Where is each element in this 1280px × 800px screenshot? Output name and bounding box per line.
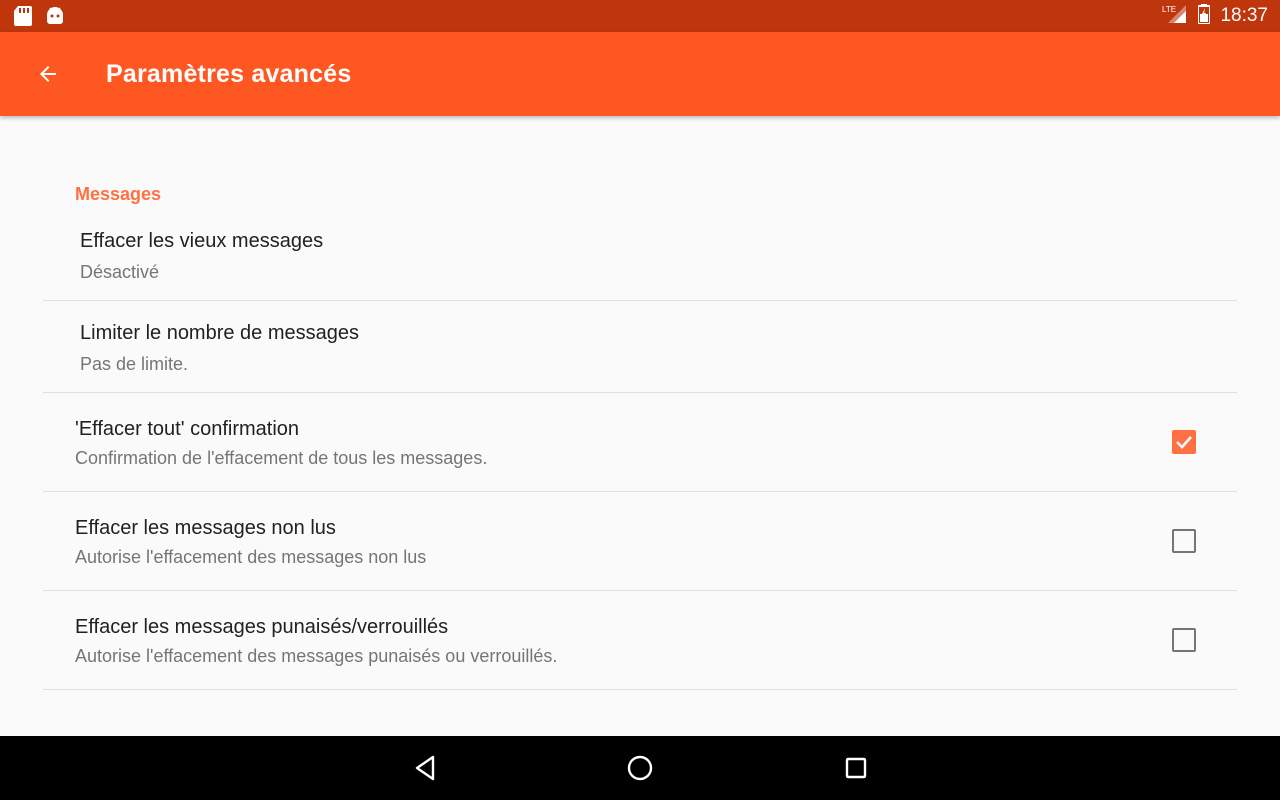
nav-recents-button[interactable] (840, 752, 872, 784)
navigation-bar (0, 736, 1280, 800)
pref-summary: Désactivé (80, 262, 160, 282)
battery-icon (1197, 3, 1212, 29)
pref-summary: Pas de limite. (80, 354, 189, 374)
delete-all-confirmation-checkbox[interactable] (1172, 430, 1196, 454)
section-header-messages: Messages (75, 184, 162, 204)
home-nav-icon (627, 755, 653, 781)
pref-title: Effacer les messages non lus (75, 517, 336, 539)
clock: 18:37 (1220, 5, 1268, 26)
sd-card-icon (14, 6, 32, 31)
pref-delete-unread[interactable]: Effacer les messages non lus Autorise l'… (43, 492, 1237, 591)
delete-unread-checkbox[interactable] (1172, 529, 1196, 553)
nav-back-button[interactable] (409, 752, 441, 784)
pref-title: 'Effacer tout' confirmation (75, 418, 300, 440)
pref-summary: Autorise l'effacement des messages non l… (75, 547, 427, 567)
pref-title: Limiter le nombre de messages (80, 322, 360, 344)
preferences-list: Messages Effacer les vieux messages Désa… (0, 116, 1280, 736)
back-button[interactable] (30, 56, 66, 92)
page-title: Paramètres avancés (106, 60, 352, 88)
status-system: LTE 18:37 (1162, 0, 1268, 32)
pref-delete-pinned-locked[interactable]: Effacer les messages punaisés/verrouillé… (43, 591, 1237, 690)
app-bar: Paramètres avancés (0, 32, 1280, 116)
back-nav-icon (415, 755, 435, 781)
nav-home-button[interactable] (624, 752, 656, 784)
pref-title: Effacer les messages punaisés/verrouillé… (75, 616, 449, 638)
pref-delete-all-confirmation[interactable]: 'Effacer tout' confirmation Confirmation… (43, 393, 1237, 492)
pref-summary: Autorise l'effacement des messages punai… (75, 646, 558, 666)
arrow-back-icon (40, 66, 56, 82)
recents-nav-icon (845, 757, 867, 779)
lte-signal-icon: LTE (1162, 3, 1188, 30)
android-icon (46, 6, 64, 31)
pref-summary: Confirmation de l'effacement de tous les… (75, 448, 488, 468)
pref-title: Effacer les vieux messages (80, 230, 324, 252)
network-label: LTE (1162, 5, 1176, 14)
status-notifications (14, 6, 64, 31)
checkmark-icon (1176, 436, 1192, 449)
pref-limit-messages[interactable]: Limiter le nombre de messages Pas de lim… (43, 301, 1237, 393)
pref-delete-old-messages[interactable]: Effacer les vieux messages Désactivé (43, 208, 1237, 301)
delete-pinned-locked-checkbox[interactable] (1172, 628, 1196, 652)
status-bar: LTE 18:37 (0, 0, 1280, 32)
